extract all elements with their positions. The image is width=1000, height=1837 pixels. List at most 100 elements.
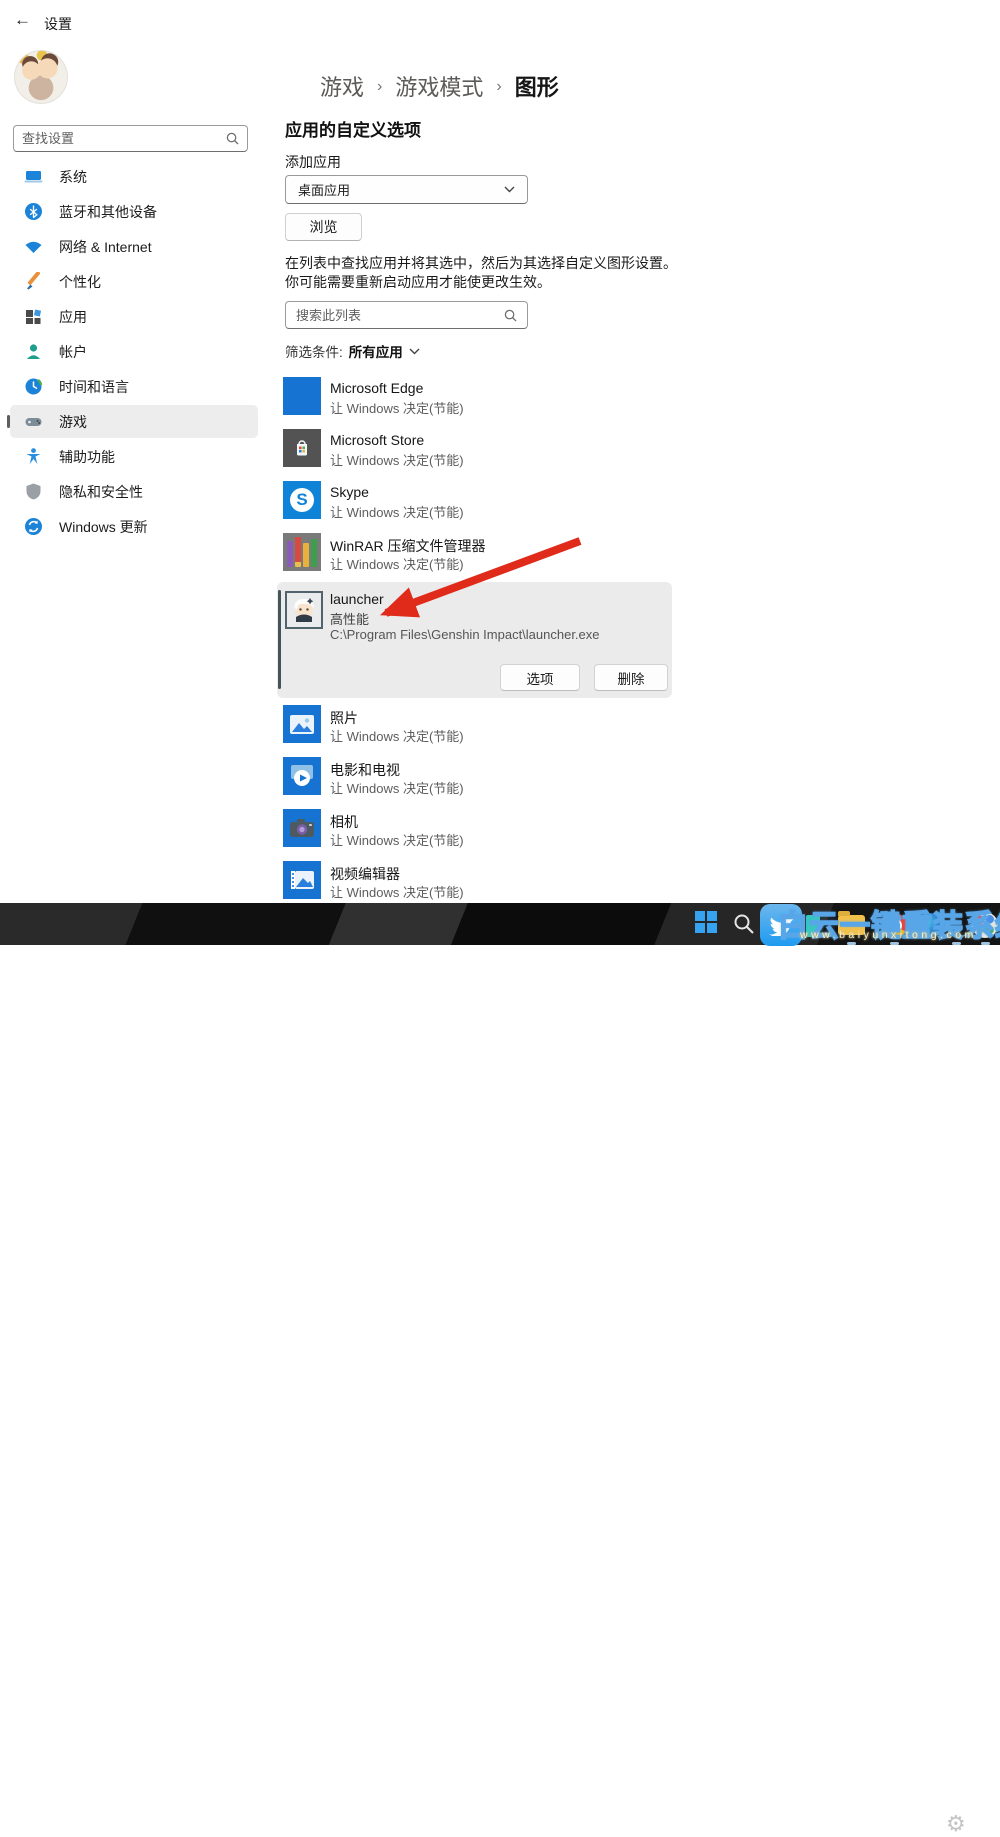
app-type-dropdown[interactable]: 桌面应用 [285, 175, 528, 204]
app-row-edge[interactable]: Microsoft Edge 让 Windows 决定(节能) [283, 377, 675, 418]
app-status: 让 Windows 决定(节能) [330, 554, 464, 573]
skype-letter: S [290, 488, 314, 512]
sidebar-item-time-language[interactable]: 时间和语言 [10, 370, 258, 403]
shield-icon [24, 482, 43, 501]
settings-gear-icon[interactable]: ⚙ [946, 1811, 966, 1837]
filter-value: 所有应用 [349, 341, 403, 361]
search-icon [226, 132, 239, 145]
apps-icon [24, 307, 43, 326]
app-name: 视频编辑器 [330, 864, 400, 884]
winrar-book [287, 541, 293, 567]
user-avatar[interactable] [14, 50, 68, 104]
skype-app-icon: S [283, 481, 321, 519]
launcher-app-icon [285, 591, 323, 629]
settings-search-box[interactable] [13, 125, 248, 152]
window-title: 设置 [44, 14, 72, 34]
sidebar-item-label: 系统 [59, 167, 87, 187]
brush-icon [24, 272, 43, 291]
sidebar-item-label: 隐私和安全性 [59, 482, 143, 502]
app-name: launcher [330, 591, 384, 607]
page-title: 应用的自定义选项 [285, 116, 421, 141]
account-icon [24, 342, 43, 361]
sidebar-item-label: 时间和语言 [59, 377, 129, 397]
clock-icon [24, 377, 43, 396]
breadcrumb-separator: › [496, 76, 501, 96]
app-status: 让 Windows 决定(节能) [330, 830, 464, 849]
watermark-url: www.baiyunxitong.com [800, 929, 977, 941]
list-search-box[interactable] [285, 301, 528, 329]
app-status: 让 Windows 决定(节能) [330, 778, 464, 797]
app-row-winrar[interactable]: WinRAR 压缩文件管理器 让 Windows 决定(节能) [283, 533, 675, 574]
sidebar-item-bluetooth[interactable]: 蓝牙和其他设备 [10, 195, 258, 228]
options-button[interactable]: 选项 [500, 664, 580, 691]
app-name: 照片 [330, 708, 358, 728]
filter-dropdown[interactable]: 筛选条件: 所有应用 [285, 341, 420, 361]
taskbar-search-icon[interactable] [733, 913, 755, 935]
winrar-book [311, 539, 317, 567]
instructions-text: 在列表中查找应用并将其选中，然后为其选择自定义图形设置。你可能需要重新启动应用才… [285, 254, 677, 292]
gamepad-icon [24, 412, 43, 431]
app-name: 电影和电视 [330, 760, 400, 780]
winrar-book [295, 537, 302, 567]
sidebar-item-label: 游戏 [59, 412, 87, 432]
app-row-skype[interactable]: S Skype 让 Windows 决定(节能) [283, 481, 675, 522]
breadcrumb-gaming[interactable]: 游戏 [320, 70, 364, 102]
back-icon[interactable]: ← [14, 10, 31, 30]
app-status: 让 Windows 决定(节能) [330, 450, 464, 469]
sidebar-item-windows-update[interactable]: Windows 更新 [10, 510, 258, 543]
app-status: 让 Windows 决定(节能) [330, 398, 464, 417]
scrollbar[interactable] [278, 590, 281, 689]
photos-app-icon [283, 705, 321, 743]
app-row-camera[interactable]: 相机 让 Windows 决定(节能) [283, 809, 675, 850]
sidebar-item-apps[interactable]: 应用 [10, 300, 258, 333]
chevron-down-icon [409, 348, 420, 355]
list-search-input[interactable] [296, 308, 504, 323]
update-icon [24, 517, 43, 536]
sidebar-item-system[interactable]: 系统 [10, 160, 258, 193]
app-status: 让 Windows 决定(节能) [330, 726, 464, 745]
sidebar-item-accessibility[interactable]: 辅助功能 [10, 440, 258, 473]
system-icon [24, 167, 43, 186]
app-status: 让 Windows 决定(节能) [330, 882, 464, 901]
windows-start-button[interactable] [695, 911, 717, 933]
app-name: Skype [330, 484, 369, 500]
app-status: 高性能 [330, 609, 369, 628]
app-status: 让 Windows 决定(节能) [330, 502, 464, 521]
app-row-video-editor[interactable]: 视频编辑器 让 Windows 决定(节能) [283, 861, 675, 902]
video-editor-app-icon [283, 861, 321, 899]
store-app-icon [283, 429, 321, 467]
app-card-launcher[interactable]: launcher 高性能 C:\Program Files\Genshin Im… [277, 582, 672, 698]
app-type-value: 桌面应用 [298, 180, 350, 199]
browse-button[interactable]: 浏览 [285, 213, 362, 241]
breadcrumb-separator: › [377, 76, 382, 96]
remove-button[interactable]: 删除 [594, 664, 668, 691]
accessibility-icon [24, 447, 43, 466]
app-name: Microsoft Edge [330, 380, 423, 396]
filter-label: 筛选条件: [285, 341, 343, 361]
app-row-store[interactable]: Microsoft Store 让 Windows 决定(节能) [283, 429, 675, 470]
add-app-label: 添加应用 [285, 152, 341, 172]
breadcrumb-graphics: 图形 [515, 70, 559, 102]
app-row-movies[interactable]: 电影和电视 让 Windows 决定(节能) [283, 757, 675, 798]
settings-search-input[interactable] [22, 131, 226, 146]
sidebar-item-accounts[interactable]: 帐户 [10, 335, 258, 368]
sidebar-item-network[interactable]: 网络 & Internet [10, 230, 258, 263]
search-icon [504, 309, 517, 322]
app-name: WinRAR 压缩文件管理器 [330, 536, 486, 556]
selected-indicator [7, 415, 10, 428]
sidebar-item-personalization[interactable]: 个性化 [10, 265, 258, 298]
wifi-icon [24, 237, 43, 256]
app-row-photos[interactable]: 照片 让 Windows 决定(节能) [283, 705, 675, 746]
sidebar-item-privacy[interactable]: 隐私和安全性 [10, 475, 258, 508]
chevron-down-icon [504, 186, 515, 193]
camera-app-icon [283, 809, 321, 847]
edge-app-icon [283, 377, 321, 415]
sidebar-item-label: 辅助功能 [59, 447, 115, 467]
winrar-app-icon [283, 533, 321, 571]
sidebar-item-label: 应用 [59, 307, 87, 327]
app-path: C:\Program Files\Genshin Impact\launcher… [330, 627, 600, 642]
sidebar-item-gaming[interactable]: 游戏 [10, 405, 258, 438]
sidebar-item-label: Windows 更新 [59, 517, 148, 537]
sidebar-item-label: 蓝牙和其他设备 [59, 202, 157, 222]
breadcrumb-game-mode[interactable]: 游戏模式 [395, 70, 483, 102]
